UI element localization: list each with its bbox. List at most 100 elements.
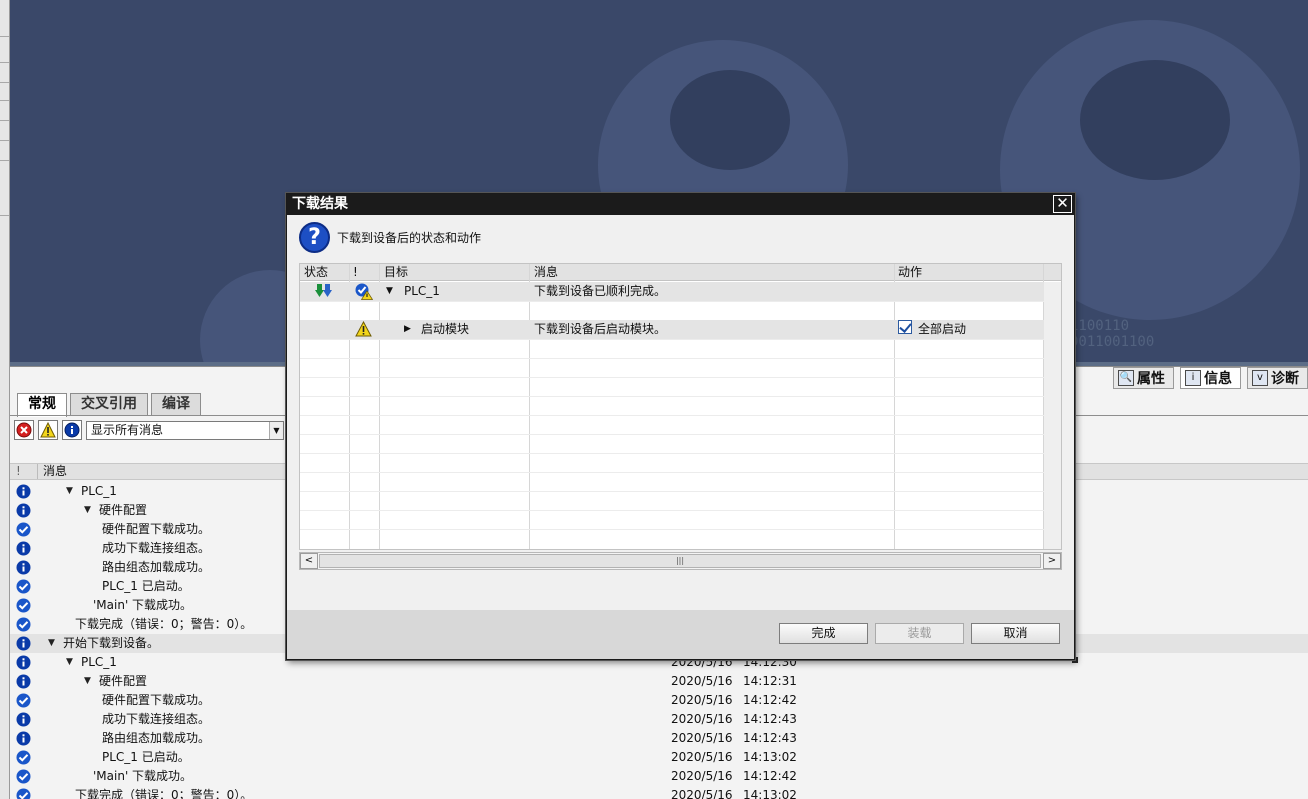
- col-target: 目标: [384, 265, 409, 279]
- results-message: 下载到设备后启动模块。: [534, 322, 667, 336]
- chevron-down-icon[interactable]: ▼: [269, 421, 283, 439]
- message-date: 2020/5/16: [671, 750, 733, 764]
- success-icon: [16, 617, 31, 632]
- results-table-header: 状态 ! 目标 消息 动作: [300, 264, 1061, 281]
- info-tab-icon: i: [1185, 370, 1201, 386]
- resize-grip-icon[interactable]: [1072, 657, 1078, 663]
- filter-select-value: 显示所有消息: [91, 422, 164, 437]
- finish-button[interactable]: 完成: [779, 623, 868, 644]
- load-button[interactable]: 装载: [875, 623, 964, 644]
- message-date: 2020/5/16: [671, 731, 733, 745]
- message-date: 2020/5/16: [671, 674, 733, 688]
- error-filter-button[interactable]: [14, 420, 34, 440]
- message-text: 'Main' 下载成功。: [93, 598, 193, 612]
- project-tree-edge: [0, 0, 10, 799]
- col-status: 状态: [304, 265, 329, 279]
- header-bang: !: [16, 464, 21, 478]
- dialog-title: 下载结果: [292, 196, 348, 212]
- message-date: 2020/5/16: [671, 712, 733, 726]
- start-all-label: 全部启动: [918, 322, 967, 336]
- message-row[interactable]: 下载完成（错误：0；警告：0）。 2020/5/16 14:13:02: [10, 786, 1308, 799]
- tab-info[interactable]: i 信息: [1180, 367, 1241, 389]
- info-icon: [16, 674, 31, 689]
- message-time: 14:13:02: [743, 788, 797, 799]
- scroll-left-icon[interactable]: <: [300, 553, 318, 569]
- results-message: 下载到设备已顺利完成。: [534, 284, 667, 298]
- expander-icon[interactable]: ▼: [66, 653, 73, 672]
- results-row-plc[interactable]: ▼ PLC_1 下载到设备已顺利完成。: [300, 282, 1044, 301]
- message-text: 下载完成（错误：0；警告：0）。: [75, 617, 253, 631]
- tab-properties[interactable]: 🔍 属性: [1113, 367, 1174, 389]
- message-row[interactable]: 成功下载连接组态。 2020/5/16 14:12:43: [10, 710, 1308, 729]
- tab-info-label: 信息: [1204, 371, 1232, 387]
- message-text: 硬件配置下载成功。: [102, 693, 211, 707]
- message-row[interactable]: 路由组态加载成功。 2020/5/16 14:12:43: [10, 729, 1308, 748]
- expander-icon[interactable]: ▼: [66, 482, 73, 501]
- success-icon: [16, 522, 31, 537]
- expander-icon[interactable]: ▼: [386, 282, 393, 301]
- col-bang: !: [353, 265, 358, 279]
- results-target: PLC_1: [404, 284, 440, 298]
- header-message: 消息: [43, 464, 68, 478]
- tab-compile[interactable]: 编译: [151, 393, 201, 415]
- message-text: PLC_1 已启动。: [102, 750, 190, 764]
- tab-cross-references[interactable]: 交叉引用: [70, 393, 148, 415]
- start-all-checkbox[interactable]: [898, 320, 912, 334]
- message-text: PLC_1 已启动。: [102, 579, 190, 593]
- message-filter-select[interactable]: 显示所有消息 ▼: [86, 420, 284, 440]
- success-icon: [16, 788, 31, 799]
- info-icon: [64, 422, 80, 438]
- tab-diagnostics[interactable]: v 诊断: [1247, 367, 1308, 389]
- download-arrow-icon: [315, 283, 333, 305]
- message-text: PLC_1: [81, 655, 117, 669]
- horizontal-scrollbar[interactable]: < ||| >: [299, 552, 1062, 570]
- diagnostics-icon: v: [1252, 370, 1268, 386]
- message-text: 硬件配置: [99, 674, 148, 688]
- tab-general[interactable]: 常规: [17, 393, 67, 417]
- message-text: 路由组态加载成功。: [102, 731, 211, 745]
- message-text: 开始下载到设备。: [63, 636, 160, 650]
- col-action: 动作: [898, 265, 923, 279]
- results-row-module[interactable]: ▶ 启动模块 下载到设备后启动模块。 全部启动: [300, 320, 1044, 339]
- warning-icon: [40, 422, 56, 438]
- expander-icon[interactable]: ▶: [404, 320, 411, 339]
- message-row[interactable]: 'Main' 下载成功。 2020/5/16 14:12:42: [10, 767, 1308, 786]
- message-date: 2020/5/16: [671, 788, 733, 799]
- dialog-title-bar: 下载结果 ✕: [287, 194, 1074, 215]
- message-text: 下载完成（错误：0；警告：0）。: [75, 788, 253, 799]
- info-icon: [16, 731, 31, 746]
- success-icon: [16, 598, 31, 613]
- properties-icon: 🔍: [1118, 370, 1134, 386]
- message-text: PLC_1: [81, 484, 117, 498]
- message-text: 硬件配置: [99, 503, 148, 517]
- warning-filter-button[interactable]: [38, 420, 58, 440]
- message-row[interactable]: PLC_1 已启动。 2020/5/16 14:13:02: [10, 748, 1308, 767]
- message-row[interactable]: ▼ 硬件配置 2020/5/16 14:12:31: [10, 672, 1308, 691]
- message-time: 14:12:31: [743, 674, 797, 688]
- dialog-button-bar: 完成 装载 取消: [287, 610, 1074, 659]
- panel-tabs: 常规 交叉引用 编译: [17, 393, 201, 417]
- scroll-thumb[interactable]: |||: [319, 554, 1041, 568]
- scroll-right-icon[interactable]: >: [1043, 553, 1061, 569]
- expander-icon[interactable]: ▼: [84, 501, 91, 520]
- message-date: 2020/5/16: [671, 693, 733, 707]
- info-icon: [16, 636, 31, 651]
- dialog-header: ? 下载到设备后的状态和动作: [287, 215, 1074, 258]
- expander-icon[interactable]: ▼: [48, 634, 55, 653]
- info-icon: [16, 541, 31, 556]
- cancel-button[interactable]: 取消: [971, 623, 1060, 644]
- info-filter-button[interactable]: [62, 420, 82, 440]
- success-icon: [16, 750, 31, 765]
- results-table: 状态 ! 目标 消息 动作 ▼ PLC_1 下载到设备已顺利完成。 ▶ 启动模块…: [299, 263, 1062, 550]
- table-right-gutter: [1044, 282, 1061, 549]
- success-icon: [16, 693, 31, 708]
- info-icon: [16, 484, 31, 499]
- message-date: 2020/5/16: [671, 769, 733, 783]
- message-row[interactable]: 硬件配置下载成功。 2020/5/16 14:12:42: [10, 691, 1308, 710]
- info-icon: [16, 655, 31, 670]
- message-time: 14:12:43: [743, 731, 797, 745]
- expander-icon[interactable]: ▼: [84, 672, 91, 691]
- header-separator: [37, 464, 38, 479]
- close-icon[interactable]: ✕: [1053, 195, 1072, 213]
- inspector-tabs: 🔍 属性 i 信息 v 诊断: [1113, 367, 1308, 389]
